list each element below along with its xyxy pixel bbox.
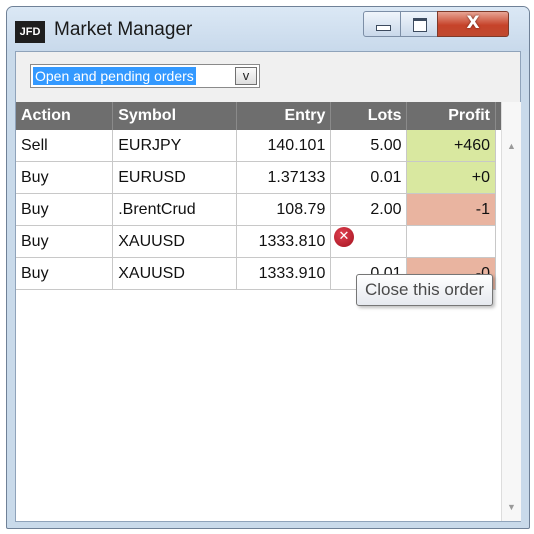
order-filter-selected: Open and pending orders: [32, 66, 197, 86]
cell-entry: 1333.910: [236, 257, 332, 290]
market-manager-content: Open and pending orders v Action Symbol …: [15, 51, 521, 522]
cell-profit: +0: [406, 161, 496, 194]
cell-action: Sell: [16, 130, 114, 162]
cell-profit: [406, 225, 496, 258]
cell-entry: 108.79: [236, 193, 332, 226]
cell-action: Buy: [16, 225, 114, 258]
close-window-button[interactable]: X: [437, 11, 509, 37]
column-header-lots[interactable]: Lots: [330, 102, 408, 130]
column-header-action[interactable]: Action: [16, 102, 114, 130]
cell-symbol: EURJPY: [112, 130, 237, 162]
maximize-button[interactable]: [400, 11, 438, 37]
cell-entry: 1333.810: [236, 225, 332, 258]
table-header-row: Action Symbol Entry Lots Profit: [16, 102, 496, 130]
jfd-logo-icon: JFD: [15, 21, 45, 43]
cell-lots: 2.00: [330, 193, 408, 226]
table-row[interactable]: Sell EURJPY 140.101 5.00 +460: [16, 130, 496, 162]
order-filter-dropdown[interactable]: Open and pending orders v: [30, 64, 260, 88]
cell-symbol: EURUSD: [112, 161, 237, 194]
cell-entry: 1.37133: [236, 161, 332, 194]
cell-action: Buy: [16, 257, 114, 290]
cell-symbol: .BrentCrud: [112, 193, 237, 226]
cell-lots: 0.01: [330, 161, 408, 194]
chevron-down-icon[interactable]: v: [235, 67, 257, 85]
cell-profit: -1: [406, 193, 496, 226]
cell-action: Buy: [16, 161, 114, 194]
table-row[interactable]: Buy .BrentCrud 108.79 2.00 -1: [16, 193, 496, 226]
filter-bar: Open and pending orders v: [16, 52, 520, 103]
minimize-icon: [376, 25, 391, 31]
scroll-down-icon[interactable]: ▼: [505, 501, 518, 513]
column-header-symbol[interactable]: Symbol: [112, 102, 237, 130]
column-header-entry[interactable]: Entry: [236, 102, 332, 130]
close-icon: X: [466, 13, 480, 33]
cell-symbol: XAUUSD: [112, 257, 237, 290]
close-order-tooltip: Close this order: [356, 274, 494, 306]
maximize-icon: [413, 18, 427, 32]
vertical-scrollbar[interactable]: ▲ ▼: [501, 102, 521, 521]
orders-table: Action Symbol Entry Lots Profit Sell EUR…: [16, 102, 496, 290]
close-order-icon[interactable]: ✕: [334, 227, 354, 247]
table-row[interactable]: Buy EURUSD 1.37133 0.01 +0: [16, 161, 496, 194]
table-row[interactable]: Buy XAUUSD 1333.810: [16, 225, 496, 258]
minimize-button[interactable]: [363, 11, 401, 37]
column-header-profit[interactable]: Profit: [406, 102, 496, 130]
cell-profit: +460: [406, 130, 496, 162]
cell-action: Buy: [16, 193, 114, 226]
window-title: Market Manager: [54, 19, 193, 40]
cell-entry: 140.101: [236, 130, 332, 162]
market-manager-window: JFD Market Manager X Open and pending or…: [6, 6, 530, 529]
cell-lots: 5.00: [330, 130, 408, 162]
title-bar[interactable]: JFD Market Manager X: [7, 7, 529, 51]
cell-symbol: XAUUSD: [112, 225, 237, 258]
scroll-up-icon[interactable]: ▲: [505, 140, 518, 152]
